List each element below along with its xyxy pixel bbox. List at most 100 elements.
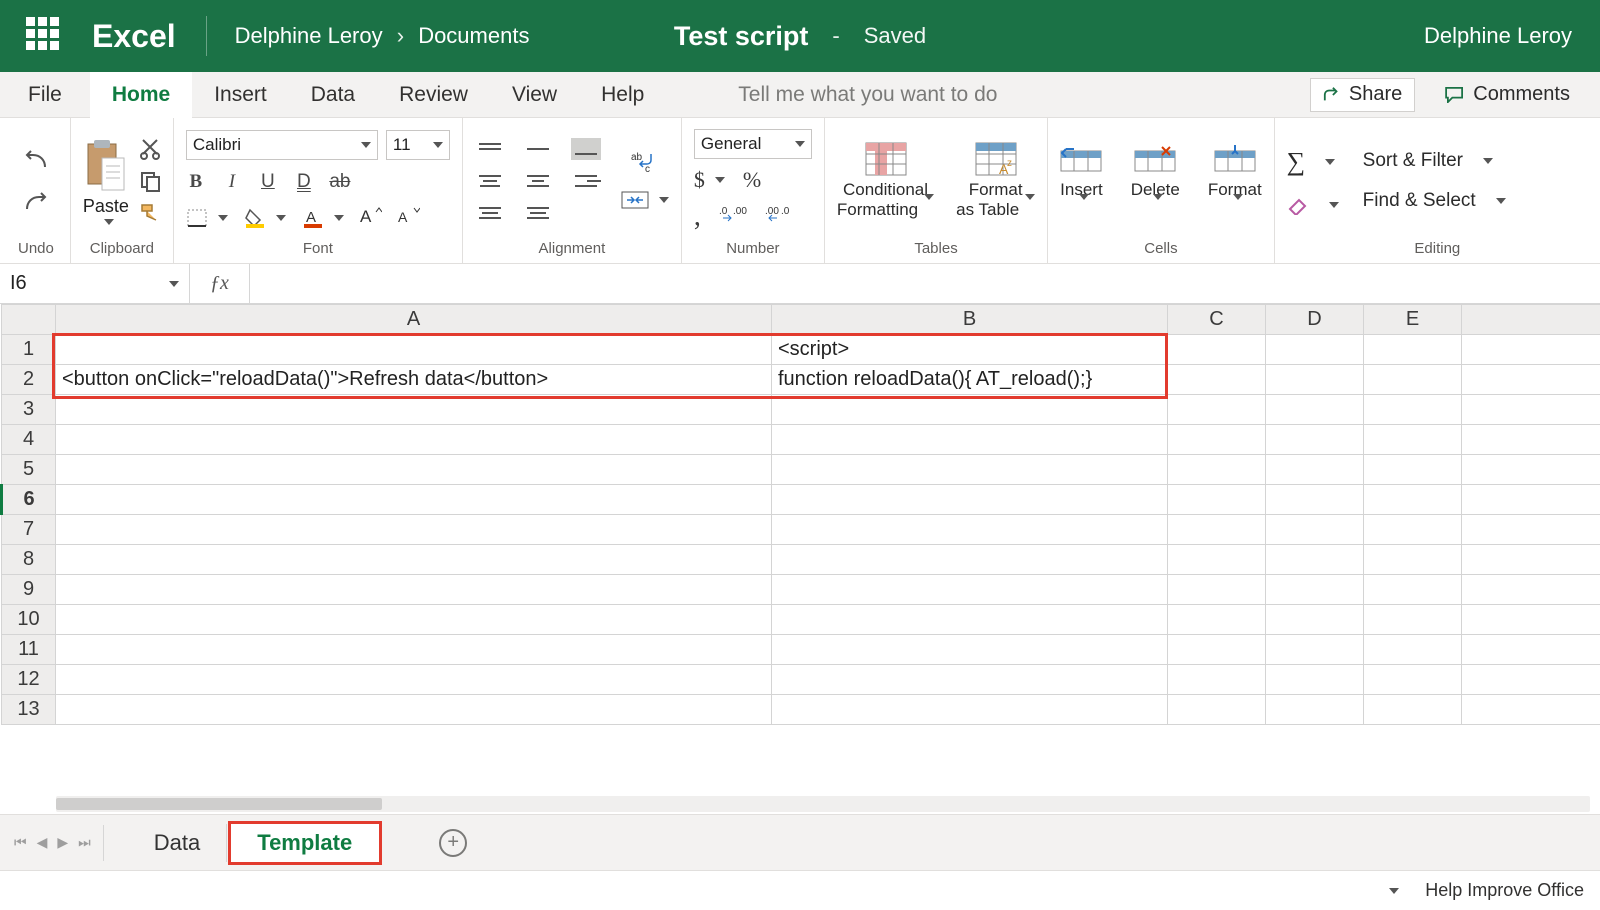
cell-blank-9[interactable] (1462, 575, 1600, 605)
cell-D8[interactable] (1266, 545, 1364, 575)
tab-data[interactable]: Data (289, 72, 377, 117)
cell-D3[interactable] (1266, 395, 1364, 425)
cell-C6[interactable] (1168, 485, 1266, 515)
cell-C10[interactable] (1168, 605, 1266, 635)
sheet-nav-last-icon[interactable]: ⏭ (78, 834, 91, 851)
format-painter-icon[interactable] (139, 202, 161, 224)
cell-E1[interactable] (1364, 335, 1462, 365)
cell-blank-1[interactable] (1462, 335, 1600, 365)
cell-C1[interactable] (1168, 335, 1266, 365)
cell-A1[interactable] (56, 335, 772, 365)
cell-E2[interactable] (1364, 365, 1462, 395)
strikethrough-button[interactable]: ab (330, 173, 350, 191)
cell-blank-12[interactable] (1462, 665, 1600, 695)
tab-view[interactable]: View (490, 72, 579, 117)
cell-A12[interactable] (56, 665, 772, 695)
copy-icon[interactable] (139, 170, 161, 192)
row-header-13[interactable]: 13 (2, 695, 56, 725)
column-header-c[interactable]: C (1168, 305, 1266, 335)
cell-D2[interactable] (1266, 365, 1364, 395)
cell-blank-4[interactable] (1462, 425, 1600, 455)
cell-blank-10[interactable] (1462, 605, 1600, 635)
share-button[interactable]: Share (1310, 78, 1415, 112)
cell-D11[interactable] (1266, 635, 1364, 665)
sheet-tab-data[interactable]: Data (128, 824, 227, 862)
cell-E3[interactable] (1364, 395, 1462, 425)
fill-color-button[interactable] (244, 208, 286, 228)
cell-D13[interactable] (1266, 695, 1364, 725)
cell-blank-8[interactable] (1462, 545, 1600, 575)
tell-me-search[interactable]: Tell me what you want to do (738, 72, 1310, 117)
decrease-font-button[interactable]: A (398, 206, 420, 231)
cell-C2[interactable] (1168, 365, 1266, 395)
row-header-12[interactable]: 12 (2, 665, 56, 695)
align-top-button[interactable] (475, 138, 505, 160)
tab-file[interactable]: File (0, 72, 90, 117)
breadcrumb-user[interactable]: Delphine Leroy (235, 23, 383, 48)
formula-input[interactable] (250, 264, 1600, 303)
clear-button[interactable] (1287, 195, 1339, 215)
horizontal-scrollbar[interactable] (56, 796, 1590, 812)
cell-blank-13[interactable] (1462, 695, 1600, 725)
cell-B12[interactable] (772, 665, 1168, 695)
cell-B7[interactable] (772, 515, 1168, 545)
double-underline-button[interactable]: D (294, 173, 314, 191)
cell-B6[interactable] (772, 485, 1168, 515)
sheet-nav-prev-icon[interactable]: ◀ (37, 834, 48, 851)
row-header-6[interactable]: 6 (2, 485, 56, 515)
currency-button[interactable]: $ (694, 167, 725, 193)
scrollbar-thumb[interactable] (56, 798, 382, 810)
cell-D9[interactable] (1266, 575, 1364, 605)
bold-button[interactable]: B (186, 173, 206, 191)
cell-B9[interactable] (772, 575, 1168, 605)
cell-E13[interactable] (1364, 695, 1462, 725)
cell-D1[interactable] (1266, 335, 1364, 365)
increase-indent-button[interactable] (523, 202, 553, 224)
column-header-d[interactable]: D (1266, 305, 1364, 335)
tab-review[interactable]: Review (377, 72, 490, 117)
cell-D4[interactable] (1266, 425, 1364, 455)
column-header-e[interactable]: E (1364, 305, 1462, 335)
row-header-5[interactable]: 5 (2, 455, 56, 485)
cell-C5[interactable] (1168, 455, 1266, 485)
cell-E10[interactable] (1364, 605, 1462, 635)
chevron-down-icon[interactable] (1389, 888, 1399, 894)
tab-home[interactable]: Home (90, 72, 192, 118)
cell-A7[interactable] (56, 515, 772, 545)
cell-E4[interactable] (1364, 425, 1462, 455)
tab-help[interactable]: Help (579, 72, 666, 117)
cell-B11[interactable] (772, 635, 1168, 665)
row-header-3[interactable]: 3 (2, 395, 56, 425)
italic-button[interactable]: I (222, 173, 242, 191)
cell-B4[interactable] (772, 425, 1168, 455)
breadcrumb-folder[interactable]: Documents (418, 23, 529, 48)
percent-button[interactable]: % (743, 167, 761, 193)
cell-A4[interactable] (56, 425, 772, 455)
cell-blank-11[interactable] (1462, 635, 1600, 665)
align-right-button[interactable] (571, 170, 601, 192)
increase-font-button[interactable]: A (360, 206, 382, 231)
cell-A11[interactable] (56, 635, 772, 665)
sheet-tab-template[interactable]: Template (231, 824, 379, 862)
cell-A2[interactable]: <button onClick="reloadData()">Refresh d… (56, 365, 772, 395)
cell-A6[interactable] (56, 485, 772, 515)
cell-C4[interactable] (1168, 425, 1266, 455)
add-sheet-button[interactable]: + (439, 829, 467, 857)
cell-blank-3[interactable] (1462, 395, 1600, 425)
column-header-a[interactable]: A (56, 305, 772, 335)
insert-cells-button[interactable]: Insert (1060, 142, 1103, 219)
cell-B2[interactable]: function reloadData(){ AT_reload();} (772, 365, 1168, 395)
cell-A10[interactable] (56, 605, 772, 635)
cell-A3[interactable] (56, 395, 772, 425)
row-header-7[interactable]: 7 (2, 515, 56, 545)
row-header-4[interactable]: 4 (2, 425, 56, 455)
find-select-button[interactable]: Find & Select (1363, 190, 1506, 212)
tab-insert[interactable]: Insert (192, 72, 289, 117)
cell-B5[interactable] (772, 455, 1168, 485)
column-header-blank[interactable] (1462, 305, 1600, 335)
sort-filter-button[interactable]: Sort & Filter (1363, 150, 1493, 172)
paste-button[interactable]: Paste (83, 138, 129, 225)
cell-C11[interactable] (1168, 635, 1266, 665)
cell-C7[interactable] (1168, 515, 1266, 545)
app-name[interactable]: Excel (92, 18, 176, 55)
